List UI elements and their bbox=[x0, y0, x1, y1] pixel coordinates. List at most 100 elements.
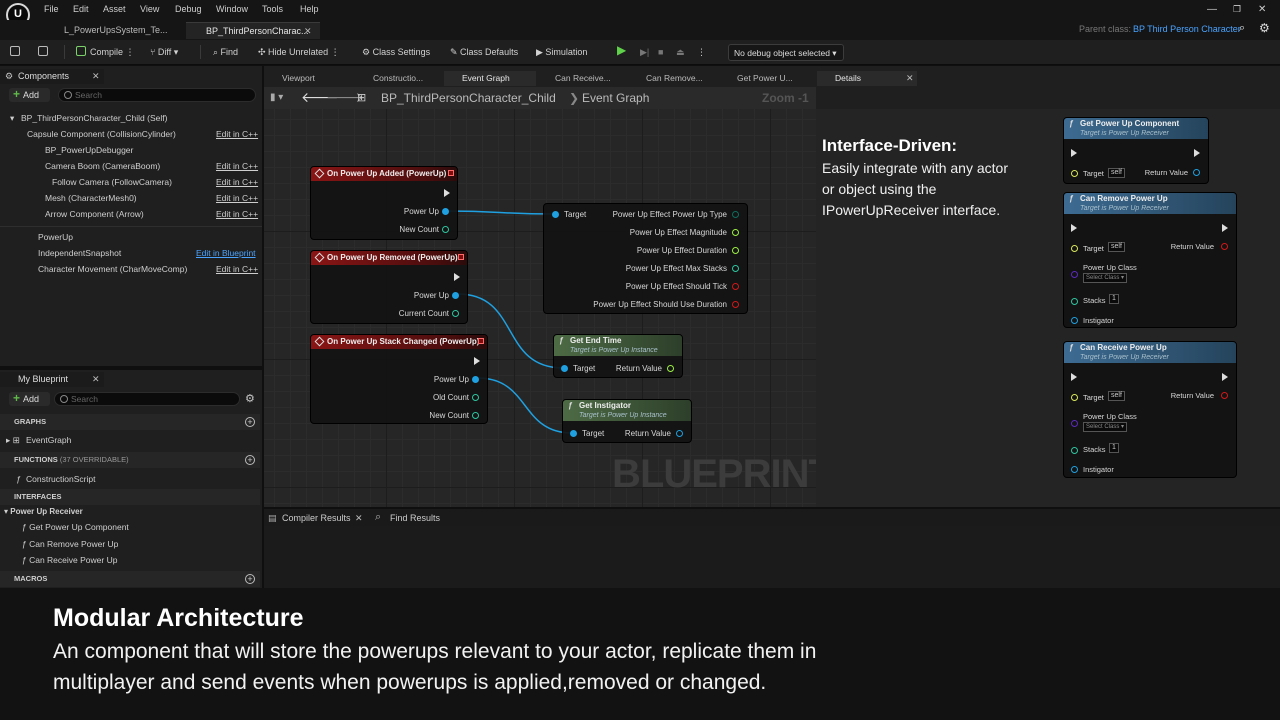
bool-pin[interactable] bbox=[732, 283, 739, 290]
pin-label: Return Value bbox=[615, 364, 662, 373]
exec-in-pin[interactable] bbox=[1071, 149, 1077, 157]
pin-label: Power Up Effect Max Stacks bbox=[625, 264, 727, 273]
node-subtitle: Target is Power Up Receiver bbox=[1080, 130, 1169, 137]
break-powerup-effect-node[interactable]: Target Power Up Effect Power Up Type Pow… bbox=[543, 203, 748, 314]
int-pin[interactable] bbox=[442, 226, 449, 233]
feature-line: IPowerUpReceiver interface. bbox=[822, 202, 1001, 218]
object-pin[interactable] bbox=[1071, 466, 1078, 473]
object-pin[interactable] bbox=[570, 430, 577, 437]
float-pin[interactable] bbox=[667, 365, 674, 372]
get-end-time-node[interactable]: ƒ Get End Time Target is Power Up Instance… bbox=[553, 334, 683, 378]
pin-label: Power Up Class bbox=[1083, 263, 1137, 272]
object-pin[interactable] bbox=[442, 208, 449, 215]
float-pin[interactable] bbox=[732, 229, 739, 236]
select-class-dropdown[interactable]: Select Class ▾ bbox=[1083, 273, 1128, 283]
results-panel bbox=[264, 526, 1280, 588]
exec-in-pin[interactable] bbox=[1071, 224, 1077, 232]
float-pin[interactable] bbox=[732, 247, 739, 254]
node-title: On Power Up Removed (PowerUp) bbox=[327, 253, 458, 262]
pin-label: New Count bbox=[399, 225, 439, 234]
class-pin[interactable] bbox=[1071, 420, 1078, 427]
int-pin[interactable] bbox=[1071, 447, 1078, 454]
object-pin[interactable] bbox=[1071, 394, 1078, 401]
exec-out-pin[interactable] bbox=[1222, 224, 1228, 232]
event-node-power-up-added[interactable]: On Power Up Added (PowerUp) Power Up New… bbox=[310, 166, 458, 240]
exec-out-pin[interactable] bbox=[474, 357, 480, 365]
int-pin[interactable] bbox=[472, 412, 479, 419]
object-pin[interactable] bbox=[452, 292, 459, 299]
card-can-receive-power-up[interactable]: ƒ Can Receive Power Up Target is Power Up … bbox=[1063, 341, 1237, 478]
object-pin[interactable] bbox=[1071, 245, 1078, 252]
self-field[interactable]: self bbox=[1108, 242, 1125, 252]
self-field[interactable]: self bbox=[1108, 168, 1125, 178]
exec-out-pin[interactable] bbox=[1222, 373, 1228, 381]
close-icon[interactable]: ✕ bbox=[906, 71, 914, 86]
object-pin[interactable] bbox=[552, 211, 559, 218]
int-pin[interactable] bbox=[472, 394, 479, 401]
tab-find-results[interactable]: Find Results bbox=[390, 513, 440, 523]
exec-out-pin[interactable] bbox=[1194, 149, 1200, 157]
pin-label: Return Value bbox=[1144, 168, 1188, 177]
node-title: On Power Up Stack Changed (PowerUp) bbox=[327, 337, 480, 346]
node-subtitle: Target is Power Up Instance bbox=[570, 347, 658, 354]
object-pin[interactable] bbox=[1071, 170, 1078, 177]
select-class-label: Select Class bbox=[1086, 275, 1120, 281]
bool-pin[interactable] bbox=[732, 301, 739, 308]
feature-heading: Interface-Driven: bbox=[822, 136, 958, 155]
pin-label: Current Count bbox=[398, 309, 449, 318]
pin-label: Old Count bbox=[432, 393, 469, 402]
int-pin[interactable] bbox=[1071, 298, 1078, 305]
stacks-field[interactable]: 1 bbox=[1109, 443, 1119, 453]
pin-label: Target bbox=[1083, 393, 1104, 402]
bool-pin[interactable] bbox=[1221, 392, 1228, 399]
object-pin[interactable] bbox=[1193, 169, 1200, 176]
pin-label: Power Up Effect Duration bbox=[636, 246, 727, 255]
function-icon: ƒ bbox=[1069, 343, 1074, 352]
tab-compiler-results[interactable]: Compiler Results bbox=[282, 513, 351, 523]
pin-label: Power Up bbox=[433, 375, 469, 384]
tab-details[interactable]: Details ✕ bbox=[817, 71, 917, 86]
get-instigator-node[interactable]: ƒ Get Instigator Target is Power Up Instan… bbox=[562, 399, 692, 443]
stacks-field[interactable]: 1 bbox=[1109, 294, 1119, 304]
node-header: On Power Up Stack Changed (PowerUp) bbox=[311, 335, 487, 349]
object-pin[interactable] bbox=[676, 430, 683, 437]
self-field[interactable]: self bbox=[1108, 391, 1125, 401]
pin-label: Instigator bbox=[1083, 316, 1114, 325]
close-icon[interactable]: ✕ bbox=[355, 513, 363, 524]
card-get-power-up-component[interactable]: ƒ Get Power Up Component Target is Power U… bbox=[1063, 117, 1209, 184]
delegate-pin-icon[interactable] bbox=[458, 254, 464, 260]
event-node-power-up-stack-changed[interactable]: On Power Up Stack Changed (PowerUp) Powe… bbox=[310, 334, 488, 424]
node-title: Get End Time bbox=[570, 336, 622, 345]
wire bbox=[447, 210, 555, 215]
card-can-remove-power-up[interactable]: ƒ Can Remove Power Up Target is Power Up R… bbox=[1063, 192, 1237, 328]
node-subtitle: Target is Power Up Receiver bbox=[1080, 354, 1169, 361]
class-pin[interactable] bbox=[1071, 271, 1078, 278]
select-class-dropdown[interactable]: Select Class ▾ bbox=[1083, 422, 1128, 432]
int-pin[interactable] bbox=[732, 265, 739, 272]
pin-label: Power Up bbox=[413, 291, 449, 300]
node-title: Get Instigator bbox=[579, 401, 632, 410]
exec-out-pin[interactable] bbox=[454, 273, 460, 281]
function-icon: ƒ bbox=[1069, 119, 1074, 128]
pin-label: Target bbox=[1083, 169, 1104, 178]
int-pin[interactable] bbox=[452, 310, 459, 317]
node-title: Can Receive Power Up bbox=[1080, 343, 1167, 352]
delegate-pin-icon[interactable] bbox=[478, 338, 484, 344]
object-pin[interactable] bbox=[561, 365, 568, 372]
exec-out-pin[interactable] bbox=[444, 189, 450, 197]
pin-label: Target bbox=[1083, 244, 1104, 253]
enum-pin[interactable] bbox=[732, 211, 739, 218]
pin-label: Return Value bbox=[1170, 391, 1214, 400]
bool-pin[interactable] bbox=[1221, 243, 1228, 250]
delegate-pin-icon[interactable] bbox=[448, 170, 454, 176]
exec-in-pin[interactable] bbox=[1071, 373, 1077, 381]
object-pin[interactable] bbox=[472, 376, 479, 383]
feature-line: or object using the bbox=[822, 181, 937, 197]
pin-label: Power Up Effect Should Tick bbox=[625, 282, 727, 291]
pin-label: Power Up Effect Power Up Type bbox=[612, 210, 727, 219]
event-node-power-up-removed[interactable]: On Power Up Removed (PowerUp) Power Up C… bbox=[310, 250, 468, 324]
object-pin[interactable] bbox=[1071, 317, 1078, 324]
node-header: ƒ Get End Time Target is Power Up Instance bbox=[554, 335, 682, 356]
node-header: ƒ Get Instigator Target is Power Up Instan… bbox=[563, 400, 691, 421]
node-title: Can Remove Power Up bbox=[1080, 194, 1168, 203]
